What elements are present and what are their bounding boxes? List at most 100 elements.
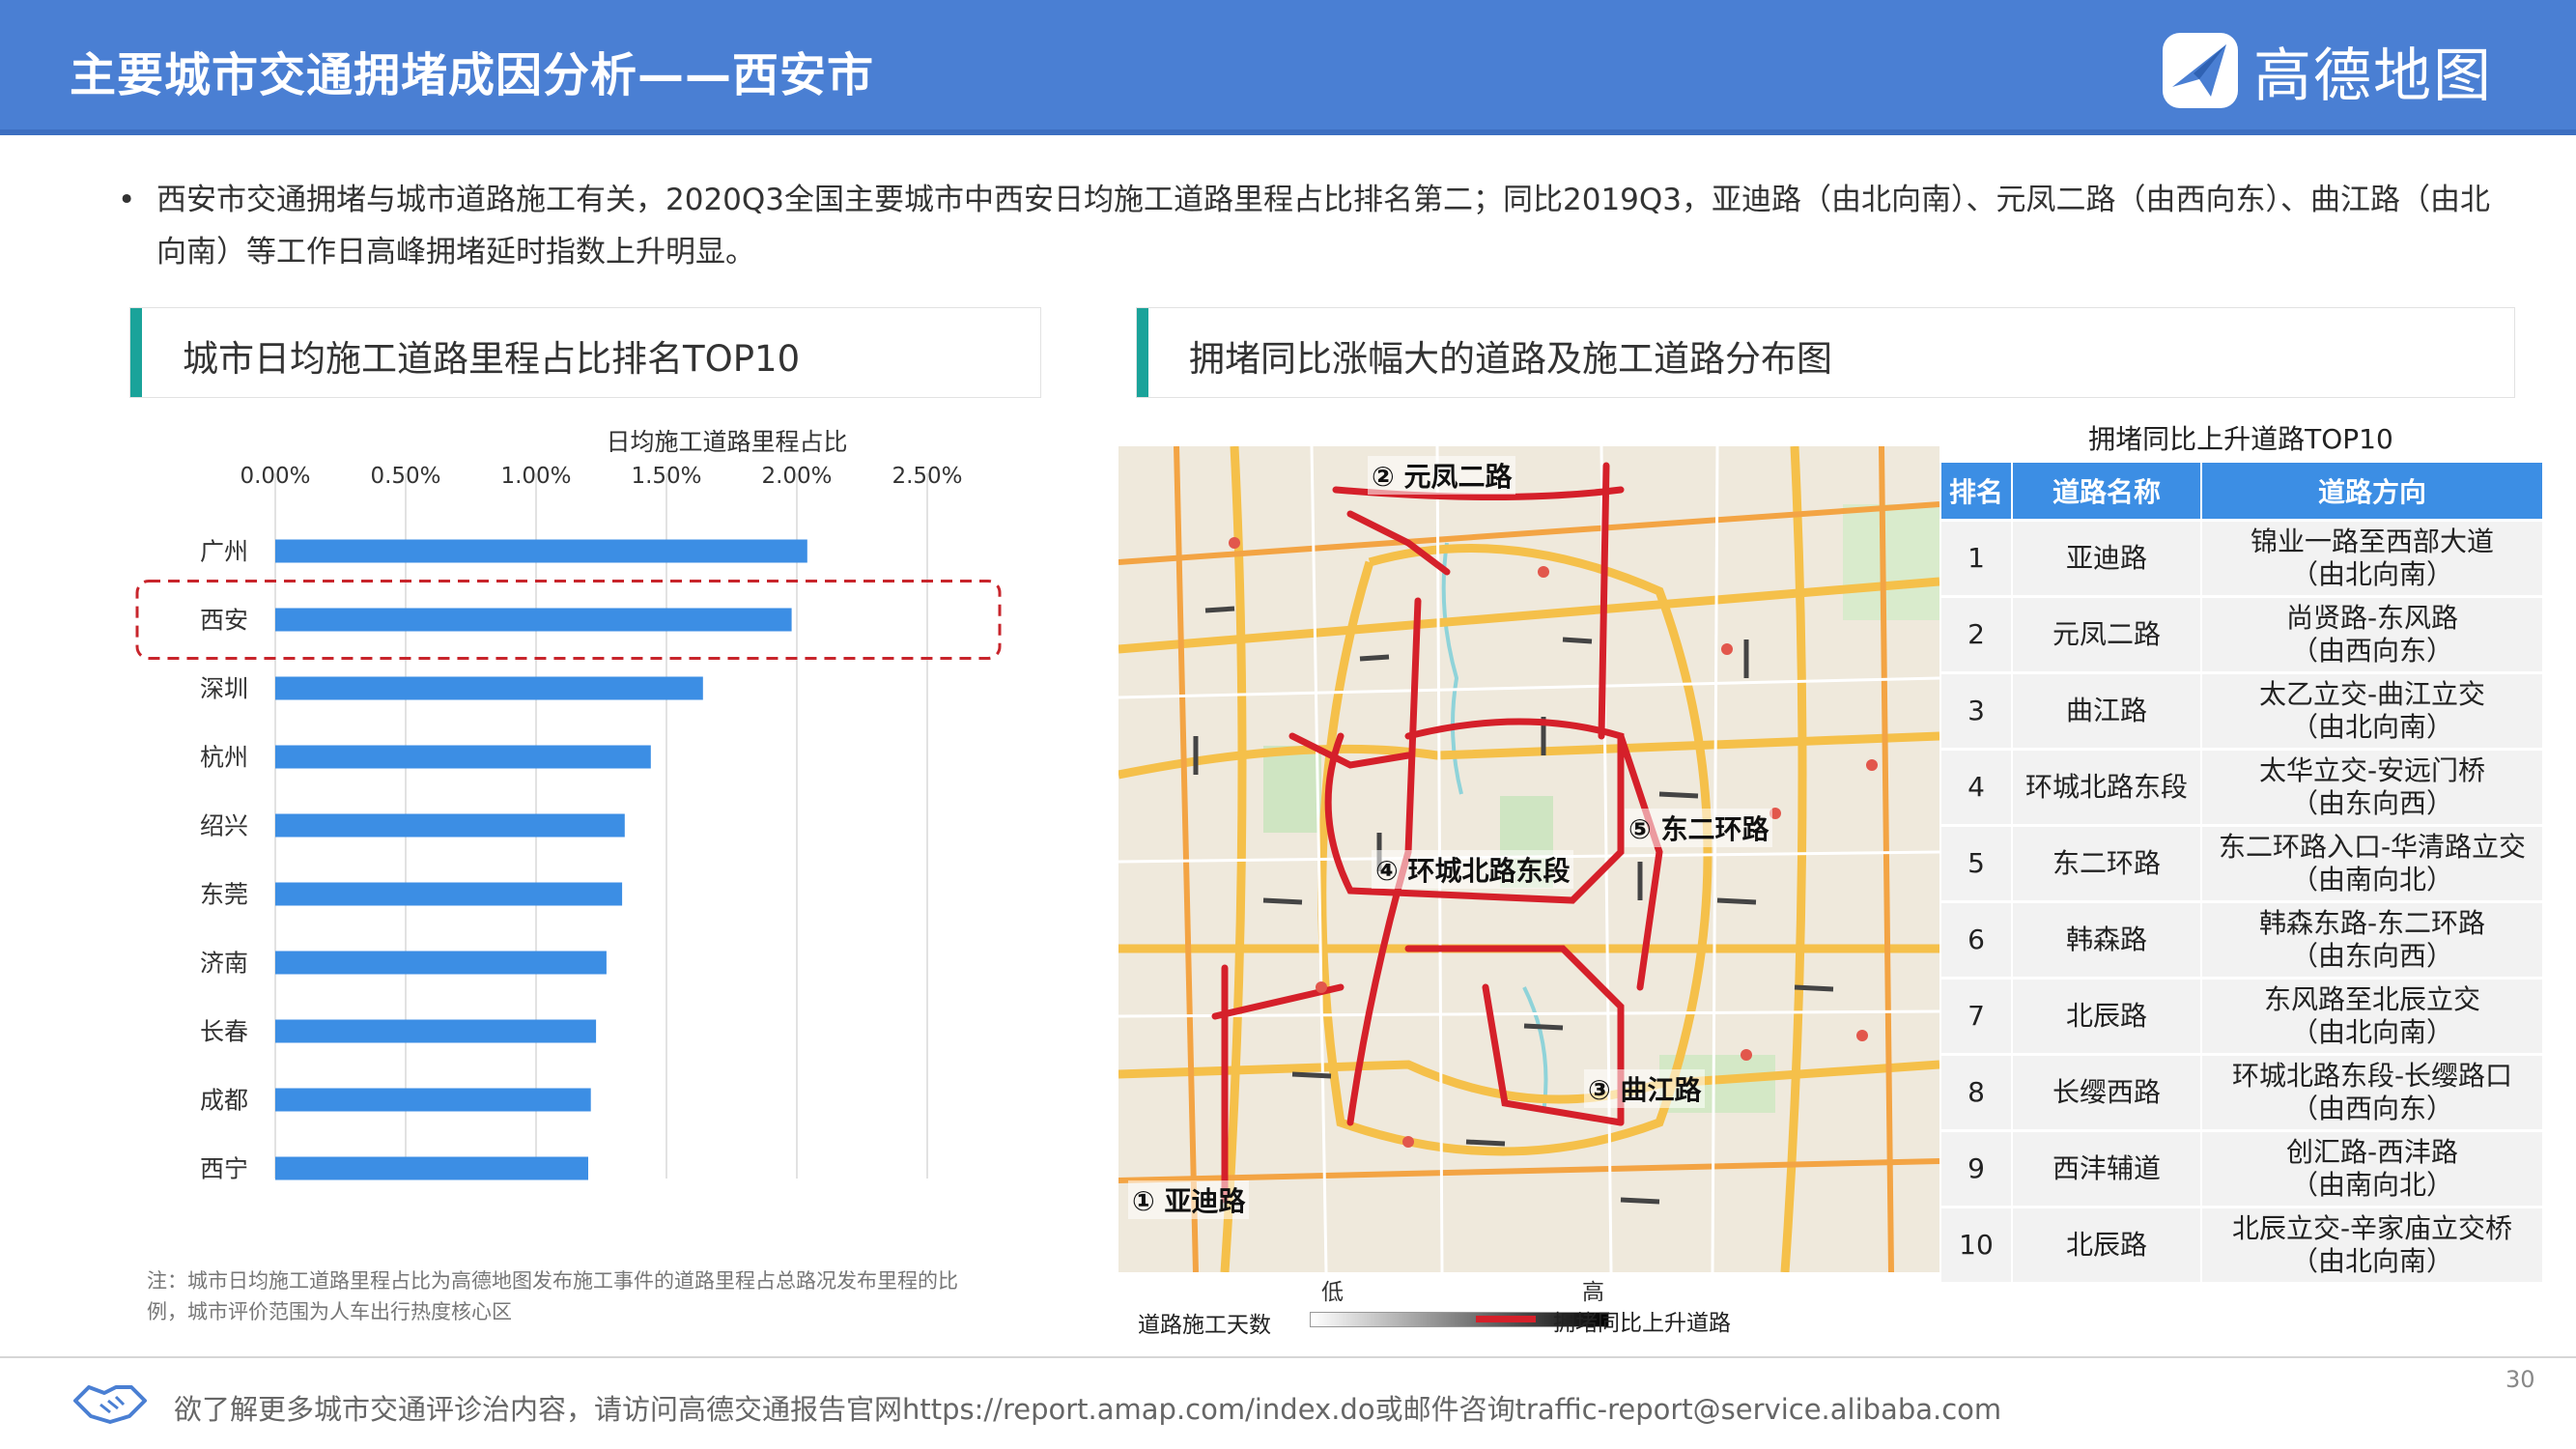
direction-note: （由北向南） xyxy=(2290,1245,2453,1277)
table-title: 拥堵同比上升道路TOP10 xyxy=(2088,423,2393,455)
summary-bullet: • 西安市交通拥堵与城市道路施工有关，2020Q3全国主要城市中西安日均施工道路… xyxy=(118,174,2513,278)
bar xyxy=(275,608,792,632)
category-label: 西宁 xyxy=(200,1155,248,1183)
direction-span: 太乙立交-曲江立交 xyxy=(2258,678,2486,710)
map-label-dongerhuan-road: ⑤ 东二环路 xyxy=(1625,809,1773,847)
amap-logo: 高德地图 xyxy=(2159,29,2493,112)
page-title: 主要城市交通拥堵成因分析——西安市 xyxy=(70,48,875,102)
direction-note: （由北向南） xyxy=(2290,558,2453,590)
footer-text: 欲了解更多城市交通评诊治内容，请访问高德交通报告官网https://report… xyxy=(174,1393,2002,1426)
legend-construction-label: 道路施工天数 xyxy=(1138,1313,1271,1338)
header-bar: 主要城市交通拥堵成因分析——西安市 高德地图 xyxy=(0,0,2576,135)
xian-road-map: ① 亚迪路 ② 元凤二路 ③ 曲江路 ④ 环城北路东段 ⑤ 东二环路 xyxy=(1118,446,1939,1272)
table-row: 6 韩森路 韩森东路-东二环路 （由东向西） xyxy=(1941,903,2544,977)
direction-cell: 环城北路东段-长缨路口 （由西向东） xyxy=(2202,1056,2544,1129)
header-road-name: 道路名称 xyxy=(2013,463,2202,519)
direction-span: 环城北路东段-长缨路口 xyxy=(2231,1060,2513,1092)
category-label: 绍兴 xyxy=(200,812,248,840)
map-label-huanchengbei-road: ④ 环城北路东段 xyxy=(1372,850,1574,889)
amap-brand-name: 高德地图 xyxy=(2253,42,2493,110)
rank-cell: 10 xyxy=(1941,1208,2013,1282)
direction-span: 尚贤路-东风路 xyxy=(2285,602,2459,634)
category-label: 深圳 xyxy=(200,675,248,703)
table-row: 3 曲江路 太乙立交-曲江立交 （由北向南） xyxy=(1941,674,2544,748)
direction-span: 创汇路-西沣路 xyxy=(2285,1136,2459,1168)
left-panel-accent xyxy=(130,308,142,397)
road-name-cell: 亚迪路 xyxy=(2013,522,2202,595)
header-rank: 排名 xyxy=(1941,463,2013,519)
road-name-cell: 环城北路东段 xyxy=(2013,751,2202,824)
road-name-cell: 元凤二路 xyxy=(2013,598,2202,671)
table-row: 10 北辰路 北辰立交-辛家庙立交桥 （由北向南） xyxy=(1941,1208,2544,1282)
category-label: 广州 xyxy=(200,538,248,566)
road-name-cell: 西沣辅道 xyxy=(2013,1132,2202,1206)
direction-span: 北辰立交-辛家庙立交桥 xyxy=(2231,1212,2513,1244)
table-row: 5 东二环路 东二环路入口-华清路立交 （由南向北） xyxy=(1941,827,2544,900)
header-direction: 道路方向 xyxy=(2202,463,2544,519)
table-header-row: 排名 道路名称 道路方向 xyxy=(1941,463,2544,519)
table-row: 4 环城北路东段 太华立交-安远门桥 （由东向西） xyxy=(1941,751,2544,824)
rank-cell: 5 xyxy=(1941,827,2013,900)
map-label-yuanfeng-road: ② 元凤二路 xyxy=(1368,456,1516,495)
rank-cell: 2 xyxy=(1941,598,2013,671)
road-name-cell: 北辰路 xyxy=(2013,1208,2202,1282)
direction-cell: 创汇路-西沣路 （由南向北） xyxy=(2202,1132,2544,1206)
direction-cell: 尚贤路-东风路 （由西向东） xyxy=(2202,598,2544,671)
road-name-cell: 韩森路 xyxy=(2013,903,2202,977)
bar xyxy=(275,882,623,906)
direction-span: 锦业一路至西部大道 xyxy=(2250,526,2494,557)
right-panel-title: 拥堵同比涨幅大的道路及施工道路分布图 xyxy=(1189,338,1832,380)
legend-red-line xyxy=(1476,1316,1536,1322)
rank-cell: 7 xyxy=(1941,980,2013,1053)
direction-span: 东风路至北辰立交 xyxy=(2263,983,2480,1015)
category-label: 成都 xyxy=(200,1087,248,1115)
table-row: 8 长缨西路 环城北路东段-长缨路口 （由西向东） xyxy=(1941,1056,2544,1129)
map-label-yadi-road: ① 亚迪路 xyxy=(1128,1180,1250,1219)
direction-cell: 东风路至北辰立交 （由北向南） xyxy=(2202,980,2544,1053)
park-area xyxy=(1263,746,1321,833)
category-label: 长春 xyxy=(200,1018,248,1046)
direction-cell: 东二环路入口-华清路立交 （由南向北） xyxy=(2202,827,2544,900)
direction-note: （由西向东） xyxy=(2290,635,2453,667)
congestion-top10-table: 排名 道路名称 道路方向 1 亚迪路 锦业一路至西部大道 （由北向南） 2 元凤二路 尚贤… xyxy=(1941,460,2544,1285)
table-row: 9 西沣辅道 创汇路-西沣路 （由南向北） xyxy=(1941,1132,2544,1206)
bar xyxy=(275,676,703,700)
road-name-cell: 北辰路 xyxy=(2013,980,2202,1053)
rank-cell: 3 xyxy=(1941,674,2013,748)
legend-congestion-label: 拥堵同比上升道路 xyxy=(1553,1311,1731,1336)
direction-note: （由南向北） xyxy=(2290,864,2453,895)
direction-note: （由西向东） xyxy=(2290,1093,2453,1124)
bullet-dot-icon: • xyxy=(118,183,136,217)
bar xyxy=(275,1088,591,1112)
construction-ratio-bar-chart: 日均施工道路里程占比 0.00% 0.50% 1.00% 1.50% 2.00% 2.50%… xyxy=(135,428,1002,1183)
footer-divider xyxy=(0,1356,2576,1358)
direction-note: （由东向西） xyxy=(2290,940,2453,972)
road-name-cell: 曲江路 xyxy=(2013,674,2202,748)
direction-span: 东二环路入口-华清路立交 xyxy=(2218,831,2527,863)
x-tick-label: 2.00% xyxy=(761,464,832,489)
road-name-cell: 东二环路 xyxy=(2013,827,2202,900)
direction-cell: 韩森东路-东二环路 （由东向西） xyxy=(2202,903,2544,977)
category-label: 杭州 xyxy=(200,744,248,772)
x-tick-label: 2.50% xyxy=(892,464,962,489)
x-tick-label: 0.50% xyxy=(370,464,440,489)
park-area xyxy=(1843,504,1939,620)
bar xyxy=(275,745,651,769)
chart-footnote: 注：城市日均施工道路里程占比为高德地图发布施工事件的道路里程占总路况发布里程的比… xyxy=(147,1269,958,1323)
category-label: 东莞 xyxy=(200,881,248,909)
right-panel-accent xyxy=(1137,308,1148,397)
rank-cell: 9 xyxy=(1941,1132,2013,1206)
table-row: 1 亚迪路 锦业一路至西部大道 （由北向南） xyxy=(1941,522,2544,595)
direction-note: （由北向南） xyxy=(2290,711,2453,743)
direction-note: （由东向西） xyxy=(2290,787,2453,819)
legend-congestion: 拥堵同比上升道路 xyxy=(1476,1304,1862,1336)
direction-span: 太华立交-安远门桥 xyxy=(2258,754,2486,786)
bar xyxy=(275,813,625,838)
direction-span: 韩森东路-东二环路 xyxy=(2258,907,2486,939)
x-tick-label: 0.00% xyxy=(240,464,310,489)
x-tick-label: 1.00% xyxy=(500,464,571,489)
handshake-icon xyxy=(73,1385,147,1424)
rank-cell: 6 xyxy=(1941,903,2013,977)
direction-note: （由南向北） xyxy=(2290,1169,2453,1201)
x-axis-label: 日均施工道路里程占比 xyxy=(606,428,847,456)
